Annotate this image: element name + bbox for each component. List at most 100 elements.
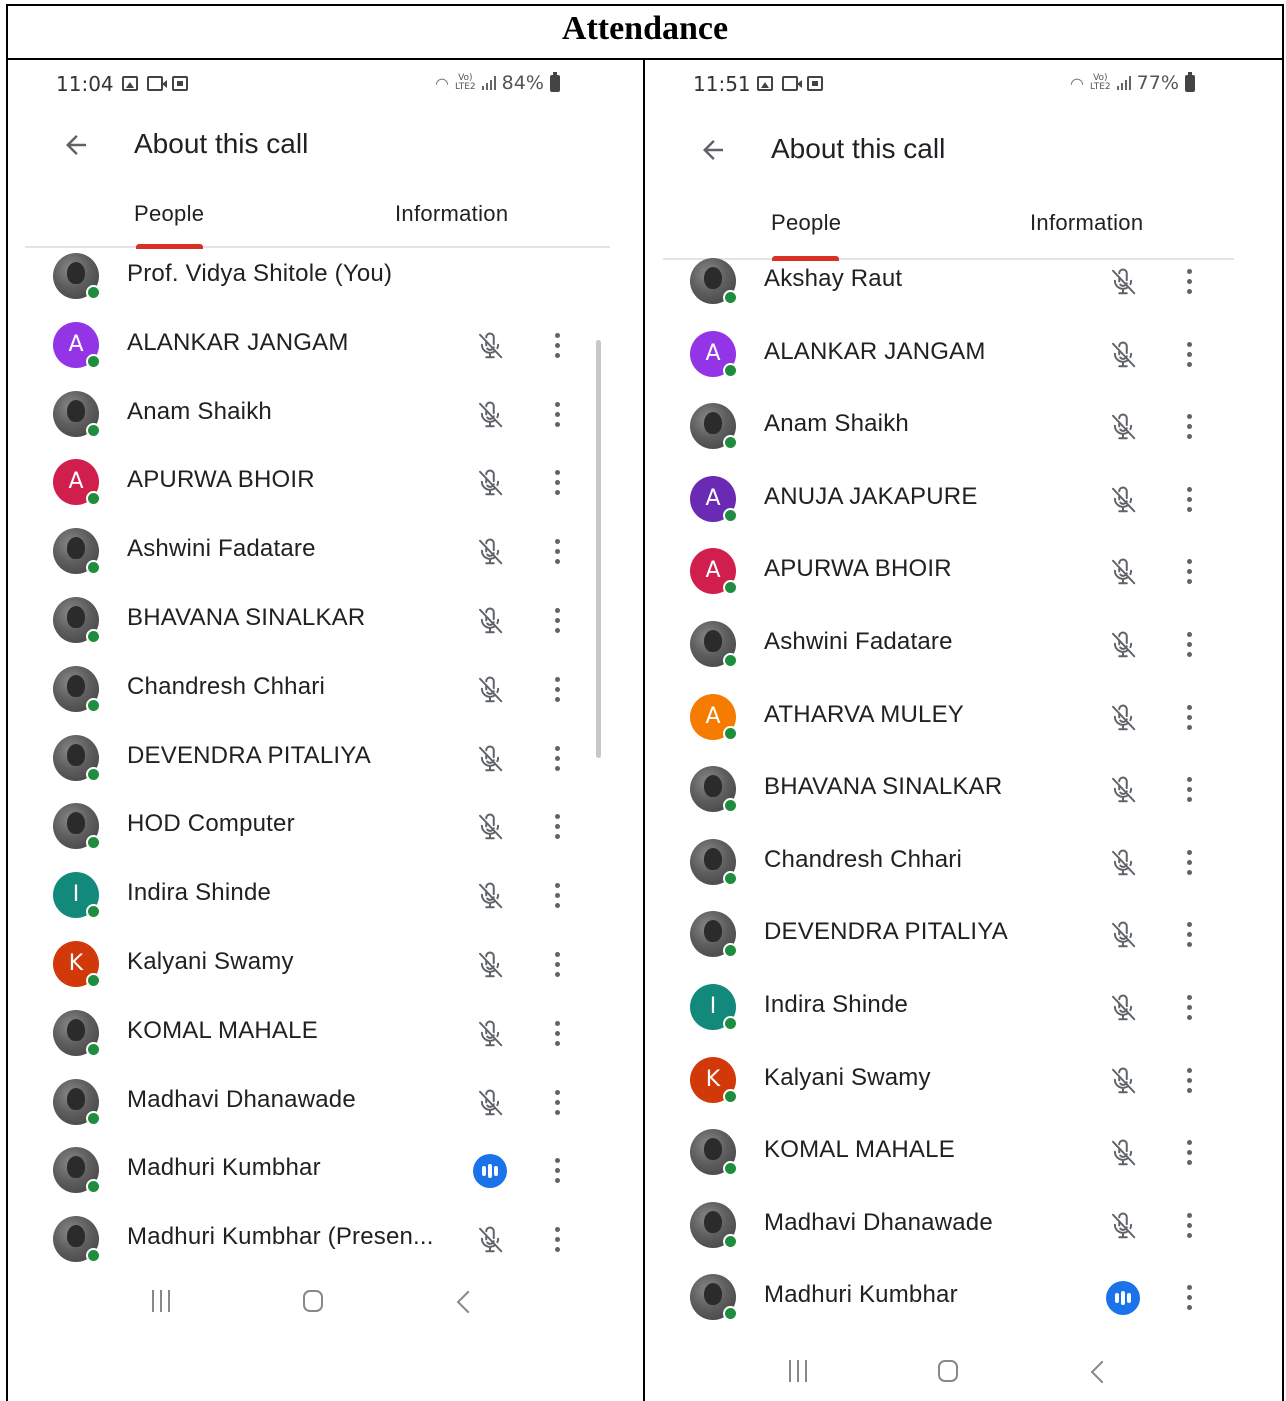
mic-off-icon[interactable] <box>475 1088 505 1118</box>
participant-row[interactable]: Prof. Vidya Shitole (You) <box>8 253 643 313</box>
mic-off-icon[interactable] <box>1108 775 1138 805</box>
participant-row[interactable]: DEVENDRA PITALIYA <box>645 911 1282 971</box>
participant-row[interactable]: Madhuri Kumbhar <box>8 1147 643 1207</box>
participant-row[interactable]: KOMAL MAHALE <box>645 1129 1282 1189</box>
more-options-icon[interactable] <box>1185 922 1193 948</box>
home-icon[interactable] <box>303 1290 323 1312</box>
back-arrow-icon[interactable] <box>698 135 728 165</box>
more-options-icon[interactable] <box>553 608 561 634</box>
more-options-icon[interactable] <box>553 952 561 978</box>
more-options-icon[interactable] <box>553 814 561 840</box>
more-options-icon[interactable] <box>553 1020 561 1047</box>
more-options-icon[interactable] <box>553 332 561 359</box>
participant-row[interactable]: K Kalyani Swamy <box>8 941 643 1001</box>
participant-row[interactable]: K Kalyani Swamy <box>645 1056 1282 1117</box>
participant-row[interactable]: Ashwini Fadatare <box>645 621 1282 681</box>
mic-off-icon[interactable] <box>475 331 505 361</box>
mic-off-icon[interactable] <box>475 675 505 705</box>
more-options-icon[interactable] <box>553 676 561 703</box>
more-options-icon[interactable] <box>1185 1140 1193 1166</box>
mic-off-icon[interactable] <box>475 537 505 567</box>
participant-row[interactable]: BHAVANA SINALKAR <box>8 597 643 657</box>
mic-off-icon[interactable] <box>475 1225 505 1255</box>
more-options-icon[interactable] <box>553 470 561 496</box>
participant-row[interactable]: I Indira Shinde <box>645 984 1282 1044</box>
back-nav-icon[interactable] <box>456 1290 480 1314</box>
more-options-icon[interactable] <box>1185 704 1193 731</box>
mic-off-icon[interactable] <box>1108 412 1138 442</box>
mic-off-icon[interactable] <box>1108 340 1138 370</box>
participant-row[interactable]: DEVENDRA PITALIYA <box>8 734 643 795</box>
participant-row[interactable]: KOMAL MAHALE <box>8 1009 643 1070</box>
participant-row[interactable]: Madhuri Kumbhar (Presen... <box>8 1216 643 1276</box>
more-options-icon[interactable] <box>553 883 561 909</box>
more-options-icon[interactable] <box>1185 414 1193 440</box>
mic-off-icon[interactable] <box>1108 630 1138 660</box>
mic-off-icon[interactable] <box>475 950 505 980</box>
mic-off-icon[interactable] <box>1108 267 1138 297</box>
participant-row[interactable]: Madhavi Dhanawade <box>8 1078 643 1139</box>
recents-icon[interactable] <box>789 1360 807 1382</box>
participant-row[interactable]: I Indira Shinde <box>8 872 643 932</box>
mic-off-icon[interactable] <box>475 468 505 498</box>
more-options-icon[interactable] <box>553 401 561 428</box>
participant-row[interactable]: A ATHARVA MULEY <box>645 693 1282 754</box>
participant-row[interactable]: A APURWA BHOIR <box>645 548 1282 608</box>
recents-icon[interactable] <box>152 1290 170 1312</box>
more-options-icon[interactable] <box>1185 269 1193 295</box>
mic-off-icon[interactable] <box>475 400 505 430</box>
app-bar: About this call <box>645 125 1282 175</box>
home-icon[interactable] <box>938 1360 958 1382</box>
mic-off-icon[interactable] <box>1108 485 1138 515</box>
mic-off-icon[interactable] <box>1108 1066 1138 1096</box>
participant-row[interactable]: A ALANKAR JANGAM <box>8 321 643 382</box>
more-options-icon[interactable] <box>553 745 561 772</box>
scrollbar[interactable] <box>596 340 601 758</box>
participant-row[interactable]: A ANUJA JAKAPURE <box>645 475 1282 536</box>
more-options-icon[interactable] <box>1185 849 1193 876</box>
mic-off-icon[interactable] <box>1108 1211 1138 1241</box>
tab-information[interactable]: Information <box>395 201 508 227</box>
mic-off-icon[interactable] <box>475 744 505 774</box>
mic-off-icon[interactable] <box>1108 993 1138 1023</box>
mic-off-icon[interactable] <box>1108 848 1138 878</box>
tab-people[interactable]: People <box>134 201 204 227</box>
participant-row[interactable]: Chandresh Chhari <box>8 665 643 726</box>
participant-row[interactable]: HOD Computer <box>8 803 643 863</box>
mic-off-icon[interactable] <box>1108 920 1138 950</box>
back-arrow-icon[interactable] <box>61 130 91 160</box>
tab-information[interactable]: Information <box>1030 210 1143 236</box>
participant-row[interactable]: Anam Shaikh <box>645 403 1282 463</box>
participant-row[interactable]: Ashwini Fadatare <box>8 528 643 588</box>
participant-row[interactable]: A ALANKAR JANGAM <box>645 330 1282 391</box>
participant-row[interactable]: Akshay Raut <box>645 258 1282 318</box>
more-options-icon[interactable] <box>553 539 561 565</box>
participant-row[interactable]: A APURWA BHOIR <box>8 459 643 519</box>
mic-off-icon[interactable] <box>475 606 505 636</box>
more-options-icon[interactable] <box>1185 777 1193 803</box>
more-options-icon[interactable] <box>1185 1067 1193 1094</box>
mic-off-icon[interactable] <box>475 1019 505 1049</box>
participant-row[interactable]: Madhavi Dhanawade <box>645 1201 1282 1262</box>
more-options-icon[interactable] <box>1185 559 1193 585</box>
more-options-icon[interactable] <box>553 1227 561 1253</box>
mic-off-icon[interactable] <box>475 881 505 911</box>
tab-people[interactable]: People <box>771 210 841 236</box>
participant-row[interactable]: Anam Shaikh <box>8 390 643 451</box>
mic-off-icon[interactable] <box>475 812 505 842</box>
more-options-icon[interactable] <box>1185 1212 1193 1239</box>
mic-off-icon[interactable] <box>1108 557 1138 587</box>
more-options-icon[interactable] <box>1185 632 1193 658</box>
participant-row[interactable]: Chandresh Chhari <box>645 838 1282 899</box>
mic-off-icon[interactable] <box>1108 1138 1138 1168</box>
more-options-icon[interactable] <box>1185 486 1193 513</box>
mic-off-icon[interactable] <box>1108 703 1138 733</box>
more-options-icon[interactable] <box>1185 1285 1193 1311</box>
more-options-icon[interactable] <box>1185 995 1193 1021</box>
participant-row[interactable]: BHAVANA SINALKAR <box>645 766 1282 826</box>
more-options-icon[interactable] <box>1185 341 1193 368</box>
back-nav-icon[interactable] <box>1090 1360 1114 1384</box>
more-options-icon[interactable] <box>553 1158 561 1184</box>
participant-row[interactable]: Madhuri Kumbhar <box>645 1274 1282 1334</box>
more-options-icon[interactable] <box>553 1089 561 1116</box>
